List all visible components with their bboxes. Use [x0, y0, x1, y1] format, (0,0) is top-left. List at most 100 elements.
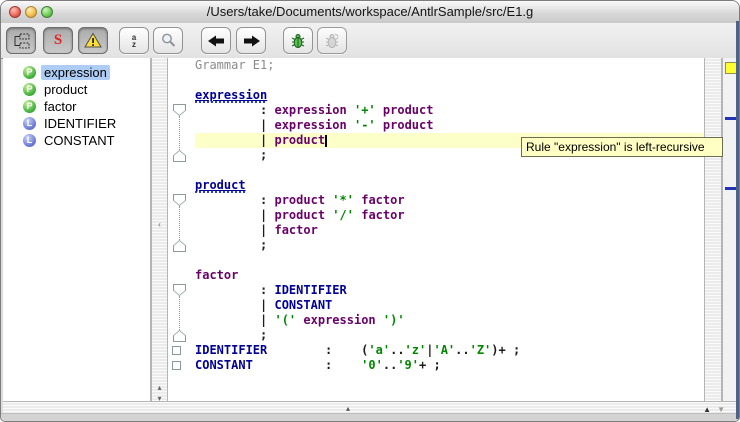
code-token[interactable]: '*' — [332, 193, 354, 207]
code-token[interactable]: | — [195, 208, 274, 222]
code-line-14[interactable]: factor — [195, 268, 704, 283]
code-token[interactable]: 'z' — [405, 343, 427, 357]
code-token[interactable]: | — [195, 313, 274, 327]
fold-box-icon[interactable] — [172, 361, 181, 370]
code-token[interactable]: : — [195, 193, 274, 207]
code-token[interactable]: '(' — [274, 313, 296, 327]
code-token[interactable]: factor — [361, 193, 404, 207]
code-token[interactable]: '/' — [332, 208, 354, 222]
syntax-coloring-button[interactable]: S — [43, 27, 73, 54]
go-back-button[interactable] — [201, 27, 231, 54]
rule-list-item-IDENTIFIER[interactable]: LIDENTIFIER — [3, 115, 150, 132]
code-token[interactable]: ')' — [383, 313, 405, 327]
zoom-button[interactable] — [41, 6, 53, 18]
rule-list-scrollbar[interactable]: ‹ ▴ ▾ — [151, 58, 168, 401]
minimize-button[interactable] — [25, 6, 37, 18]
code-token[interactable]: '0' — [361, 358, 383, 372]
code-line-19[interactable]: IDENTIFIER : ('a'..'z'|'A'..'Z')+ ; — [195, 343, 704, 358]
code-token[interactable]: : ( — [267, 343, 368, 357]
code-line-2[interactable]: expression — [195, 88, 704, 103]
go-forward-button[interactable] — [236, 27, 266, 54]
code-line-11[interactable]: | factor — [195, 223, 704, 238]
code-area[interactable]: Grammar E1; expression : expression '+' p… — [193, 58, 704, 373]
code-line-0[interactable]: Grammar E1; — [195, 58, 704, 73]
code-token[interactable]: 'A' — [433, 343, 455, 357]
close-button[interactable] — [9, 6, 21, 18]
debug-button[interactable] — [283, 27, 313, 54]
code-token[interactable]: product — [274, 193, 325, 207]
code-token[interactable]: expression — [303, 313, 375, 327]
splitter-handle-icon[interactable]: ‹ — [152, 221, 167, 229]
code-line-16[interactable]: | CONSTANT — [195, 298, 704, 313]
fold-open-bottom-icon[interactable] — [173, 240, 186, 252]
editor-vertical-scrollbar[interactable] — [704, 58, 722, 401]
code-line-1[interactable] — [195, 73, 704, 88]
code-token[interactable]: product — [195, 178, 246, 193]
rule-list-item-CONSTANT[interactable]: LCONSTANT — [3, 132, 150, 149]
code-token[interactable]: expression — [274, 103, 346, 117]
fold-open-top-icon[interactable] — [173, 194, 186, 206]
code-line-10[interactable]: | product '/' factor — [195, 208, 704, 223]
code-token[interactable] — [376, 103, 383, 117]
issue-dash-marker[interactable] — [725, 117, 736, 120]
fold-open-bottom-icon[interactable] — [173, 330, 186, 342]
code-line-13[interactable] — [195, 253, 704, 268]
rule-list-item-expression[interactable]: Pexpression — [3, 64, 150, 81]
code-token[interactable]: CONSTANT — [195, 358, 253, 372]
fold-open-top-icon[interactable] — [173, 284, 186, 296]
fold-open-top-icon[interactable] — [173, 104, 186, 116]
code-token[interactable]: | — [195, 223, 274, 237]
code-token[interactable]: factor — [274, 223, 317, 237]
code-token[interactable] — [347, 118, 354, 132]
code-token[interactable]: .. — [455, 343, 469, 357]
grammar-editor[interactable]: Grammar E1; expression : expression '+' p… — [168, 58, 704, 401]
code-line-3[interactable]: : expression '+' product — [195, 103, 704, 118]
code-token[interactable]: IDENTIFIER — [195, 343, 267, 357]
code-token[interactable]: ; — [195, 238, 267, 252]
rule-list[interactable]: PexpressionPproductPfactorLIDENTIFIERLCO… — [3, 58, 151, 401]
code-line-18[interactable]: ; — [195, 328, 704, 343]
code-token[interactable]: 'a' — [368, 343, 390, 357]
code-token[interactable]: | — [195, 133, 274, 147]
code-token[interactable]: 'Z' — [470, 343, 492, 357]
code-token[interactable]: .. — [390, 343, 404, 357]
code-token[interactable]: ; — [195, 148, 267, 162]
code-line-20[interactable]: CONSTANT : '0'..'9'+ ; — [195, 358, 704, 373]
sort-rules-button[interactable]: az — [119, 27, 149, 54]
code-token[interactable] — [376, 313, 383, 327]
code-token[interactable]: expression — [195, 88, 267, 103]
find-button[interactable] — [153, 27, 183, 54]
code-line-7[interactable] — [195, 163, 704, 178]
code-token[interactable]: + ; — [419, 358, 441, 372]
code-token[interactable]: | — [195, 298, 274, 312]
code-token[interactable]: : — [195, 103, 274, 117]
code-token[interactable] — [347, 103, 354, 117]
code-token[interactable]: factor — [361, 208, 404, 222]
code-token[interactable]: .. — [383, 358, 397, 372]
code-line-8[interactable]: product — [195, 178, 704, 193]
code-token[interactable]: )+ ; — [491, 343, 520, 357]
code-token[interactable]: '+' — [354, 103, 376, 117]
show-rules-button[interactable] — [6, 27, 36, 54]
code-token[interactable]: product — [274, 133, 325, 147]
code-line-9[interactable]: : product '*' factor — [195, 193, 704, 208]
code-token[interactable]: '9' — [397, 358, 419, 372]
fold-open-bottom-icon[interactable] — [173, 150, 186, 162]
code-token[interactable]: Grammar E1; — [195, 58, 274, 72]
issue-dash-marker[interactable] — [725, 187, 736, 190]
code-token[interactable]: : — [253, 358, 361, 372]
fold-box-icon[interactable] — [172, 346, 181, 355]
code-token[interactable]: IDENTIFIER — [274, 283, 346, 297]
code-token[interactable]: expression — [274, 118, 346, 132]
code-token[interactable]: '-' — [354, 118, 376, 132]
code-token[interactable]: product — [383, 103, 434, 117]
code-token[interactable] — [376, 118, 383, 132]
syntax-warnings-button[interactable] — [78, 27, 108, 54]
code-token[interactable]: product — [274, 208, 325, 222]
code-token[interactable]: factor — [195, 268, 238, 282]
code-token[interactable]: | — [195, 118, 274, 132]
code-token[interactable]: ; — [195, 328, 267, 342]
code-token[interactable]: CONSTANT — [274, 298, 332, 312]
code-line-17[interactable]: | '(' expression ')' — [195, 313, 704, 328]
code-line-15[interactable]: : IDENTIFIER — [195, 283, 704, 298]
